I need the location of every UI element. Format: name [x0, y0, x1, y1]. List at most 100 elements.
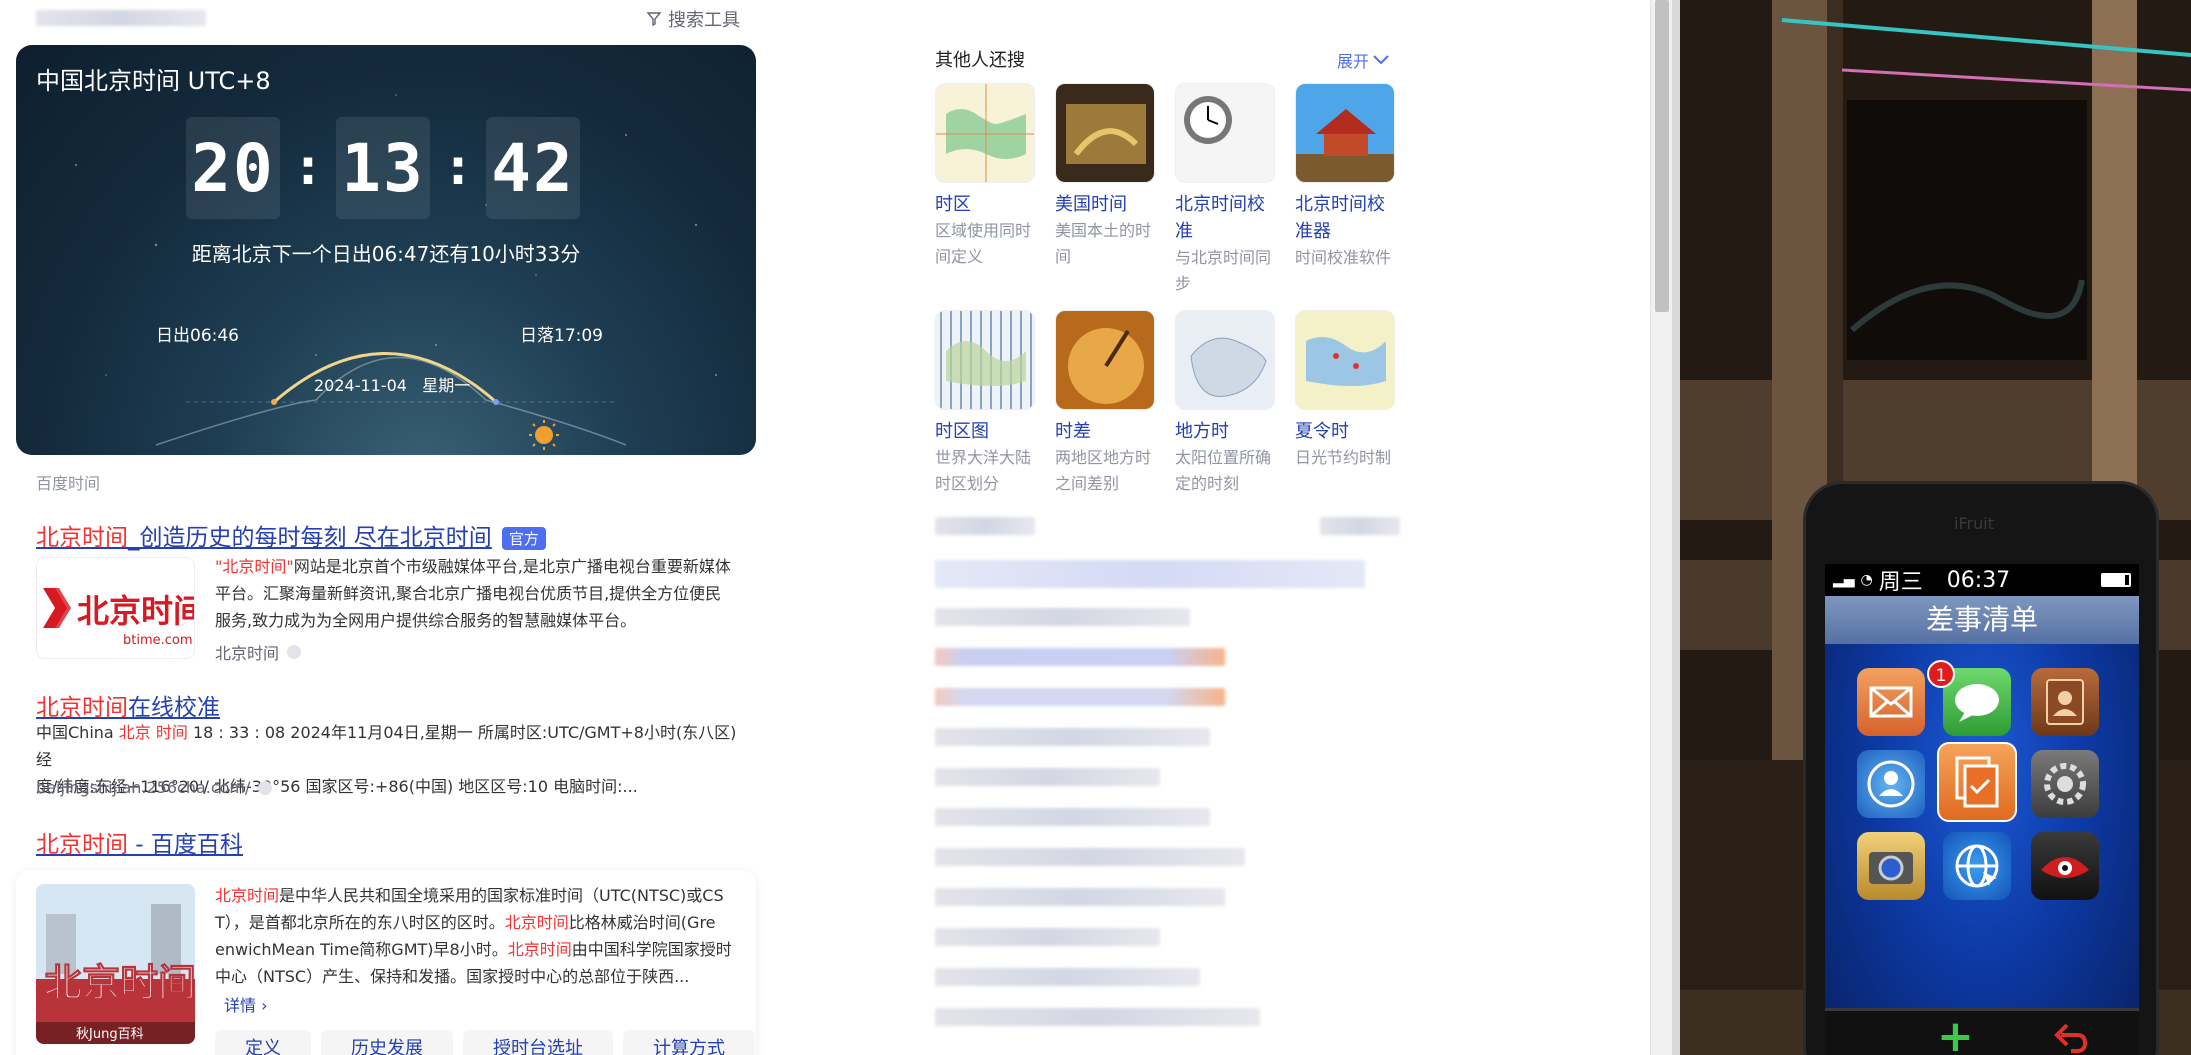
eye-app-icon[interactable] — [2031, 832, 2099, 900]
add-softkey-icon[interactable]: + — [1937, 1011, 1974, 1055]
next-sunrise-text: 距离北京下一个日出06:47还有10小时33分 — [191, 242, 581, 266]
internet-globe-icon[interactable] — [1943, 832, 2011, 900]
clock-digits: 20 : 13 : 42 — [186, 117, 580, 219]
result-site-btime[interactable]: 北京时间 — [215, 640, 302, 664]
related-search-thumbnail[interactable] — [935, 83, 1035, 183]
phone-day: 周三 — [1878, 570, 1923, 595]
abstract-line: 中心（NTSC）产生、保持和发播。国家授时中心的总部位于陕西... — [215, 967, 690, 986]
others-searched-title: 其他人还搜 — [935, 50, 1025, 71]
related-search-thumbnail[interactable] — [1055, 83, 1155, 183]
date-line: 2024-11-04 星期一 — [314, 372, 470, 396]
btime-logo[interactable]: 北京时间 btime.com — [36, 557, 195, 659]
related-search-desc: 世界大洋大陆 — [935, 448, 1032, 467]
result-abstract-baike: 北京时间是中华人民共和国全境采用的国家标准时间（UTC(NTSC)或CS T），… — [215, 882, 745, 990]
related-search-desc: 间 — [1055, 247, 1072, 266]
related-search-item[interactable]: 时区图世界大洋大陆 时区划分 — [935, 310, 1045, 497]
related-search-desc: 时区划分 — [935, 474, 1000, 493]
abstract-line: 平台。汇聚海量新鲜资讯,聚合北京广播电视台优质节目,提供全方位便民 — [215, 584, 722, 603]
settings-gear-icon[interactable] — [2031, 750, 2099, 818]
baike-tab[interactable]: 计算方式 — [623, 1030, 755, 1055]
signal-icon: ▂▄ — [1833, 572, 1855, 588]
related-search-desc: 定的时刻 — [1175, 474, 1240, 493]
social-app-icon[interactable] — [1857, 750, 1925, 818]
related-search-desc: 间定义 — [935, 247, 984, 266]
related-search-thumbnail[interactable] — [1295, 83, 1395, 183]
sunrise-time: 日出06:46 — [156, 326, 239, 346]
baike-tab[interactable]: 历史发展 — [321, 1030, 453, 1055]
related-search-name[interactable]: 时区图 — [935, 418, 1045, 445]
battery-icon — [2101, 573, 2131, 587]
page-scrollbar[interactable] — [1650, 0, 1672, 1055]
related-search-desc: 之间差别 — [1055, 474, 1120, 493]
beijing-time-card: 中国北京时间 UTC+8 20 : 13 : 42 距离北京下一个日出06:47… — [16, 45, 756, 455]
related-search-item[interactable]: 北京时间校准与北京时间同步 — [1175, 83, 1285, 297]
phone-screen: ▂▄ ◔ 周三 06:37 差事清单 1 + — [1825, 564, 2139, 1055]
result-site-calibration[interactable]: beijingshijian.256cha.com/ — [36, 778, 273, 797]
related-search-item[interactable]: 时区区域使用同时 间定义 — [935, 83, 1045, 270]
related-search-item[interactable]: 时差 两地区地方时 之间差别 — [1055, 310, 1165, 497]
wifi-icon: ◔ — [1860, 572, 1873, 588]
camera-app-icon[interactable] — [1857, 832, 1925, 900]
related-search-name[interactable]: 时区 — [935, 191, 1045, 218]
site-url: beijingshijian.256cha.com/ — [36, 778, 251, 797]
result-title-btime[interactable]: 北京时间_创造历史的每时每刻 尽在北京时间 官方 — [36, 518, 546, 552]
svg-text:btime.com: btime.com — [123, 633, 193, 648]
related-search-name[interactable]: 北京时间校 准器 — [1295, 191, 1405, 245]
related-search-desc: 区域使用同时 — [935, 221, 1032, 240]
phone-app-header: 差事清单 — [1825, 596, 2139, 644]
baike-image[interactable]: 北京时间 秋Jung百科 — [36, 884, 195, 1044]
minutes-value: 13 — [336, 117, 430, 219]
related-search-thumbnail[interactable] — [1175, 83, 1275, 183]
back-arrow-icon[interactable] — [2053, 1021, 2089, 1055]
date-value: 2024-11-04 — [314, 376, 407, 395]
detail-link[interactable]: 详情 › — [224, 992, 268, 1016]
related-search-name[interactable]: 北京时间校准 — [1175, 191, 1285, 245]
btime-logo-image: 北京时间 btime.com — [43, 588, 195, 648]
related-search-name[interactable]: 夏令时 — [1295, 418, 1405, 445]
result-title-online-calibration[interactable]: 北京时间在线校准 — [36, 688, 220, 722]
colon-separator: : — [448, 140, 468, 196]
related-search-item[interactable]: 美国时间美国本土的时间 — [1055, 83, 1165, 270]
phone-brand: iFruit — [1954, 514, 1994, 533]
related-search-name[interactable]: 时差 — [1055, 418, 1165, 445]
related-search-thumbnail[interactable] — [1175, 310, 1275, 410]
site-name: 北京时间 — [215, 644, 280, 663]
ifruit-phone[interactable]: iFruit ▂▄ ◔ 周三 06:37 差事清单 1 + — [1806, 484, 2156, 1055]
related-search-desc: 太阳位置所确 — [1175, 448, 1272, 467]
site-info-icon[interactable] — [258, 780, 273, 795]
site-info-icon[interactable] — [287, 645, 302, 659]
sunset-time: 日落17:09 — [520, 326, 603, 346]
related-search-item[interactable]: 地方时太阳位置所确 定的时刻 — [1175, 310, 1285, 497]
related-search-item[interactable]: 夏令时 日光节约时制 — [1295, 310, 1405, 471]
contacts-app-icon[interactable] — [2031, 668, 2099, 736]
related-search-desc: 时间校准软件 — [1295, 248, 1392, 267]
sunset-marker — [493, 399, 499, 405]
abstract-line: 北京时间是中华人民共和国全境采用的国家标准时间（UTC(NTSC)或CS — [215, 886, 724, 905]
colon-separator: : — [298, 140, 318, 196]
related-search-name[interactable]: 地方时 — [1175, 418, 1285, 445]
email-app-icon[interactable] — [1857, 668, 1925, 736]
baike-tab[interactable]: 授时台选址 — [463, 1030, 613, 1055]
search-tools-button[interactable]: 搜索工具 — [646, 6, 740, 32]
sun-icon — [529, 420, 559, 450]
seconds-value: 42 — [486, 117, 580, 219]
related-search-name[interactable]: 美国时间 — [1055, 191, 1165, 218]
svg-text:北京时间: 北京时间 — [77, 592, 195, 630]
related-search-thumbnail[interactable] — [1055, 310, 1155, 410]
expand-label: 展开 — [1337, 52, 1370, 71]
related-search-thumbnail[interactable] — [935, 310, 1035, 410]
result-title-baike[interactable]: 北京时间 - 百度百科 — [36, 825, 243, 859]
source-label: 百度时间 — [36, 474, 101, 493]
related-search-item[interactable]: 北京时间校 准器时间校准软件 — [1295, 83, 1405, 271]
result-abstract-btime: "北京时间"网站是北京首个市级融媒体平台,是北京广播电视台重要新媒体 平台。汇聚… — [215, 553, 745, 634]
scrollbar-thumb[interactable] — [1655, 0, 1669, 312]
title-highlight: 北京时间 — [36, 525, 128, 551]
job-list-app-icon[interactable] — [1937, 742, 2017, 822]
blurred-search-summary — [36, 10, 206, 26]
expand-button[interactable]: 展开 — [1337, 48, 1389, 72]
related-search-thumbnail[interactable] — [1295, 310, 1395, 410]
related-search-desc: 美国本土的时 — [1055, 221, 1152, 240]
baike-tab[interactable]: 定义 — [215, 1030, 311, 1055]
related-search-desc: 步 — [1175, 274, 1192, 293]
related-search-desc: 日光节约时制 — [1295, 448, 1392, 467]
